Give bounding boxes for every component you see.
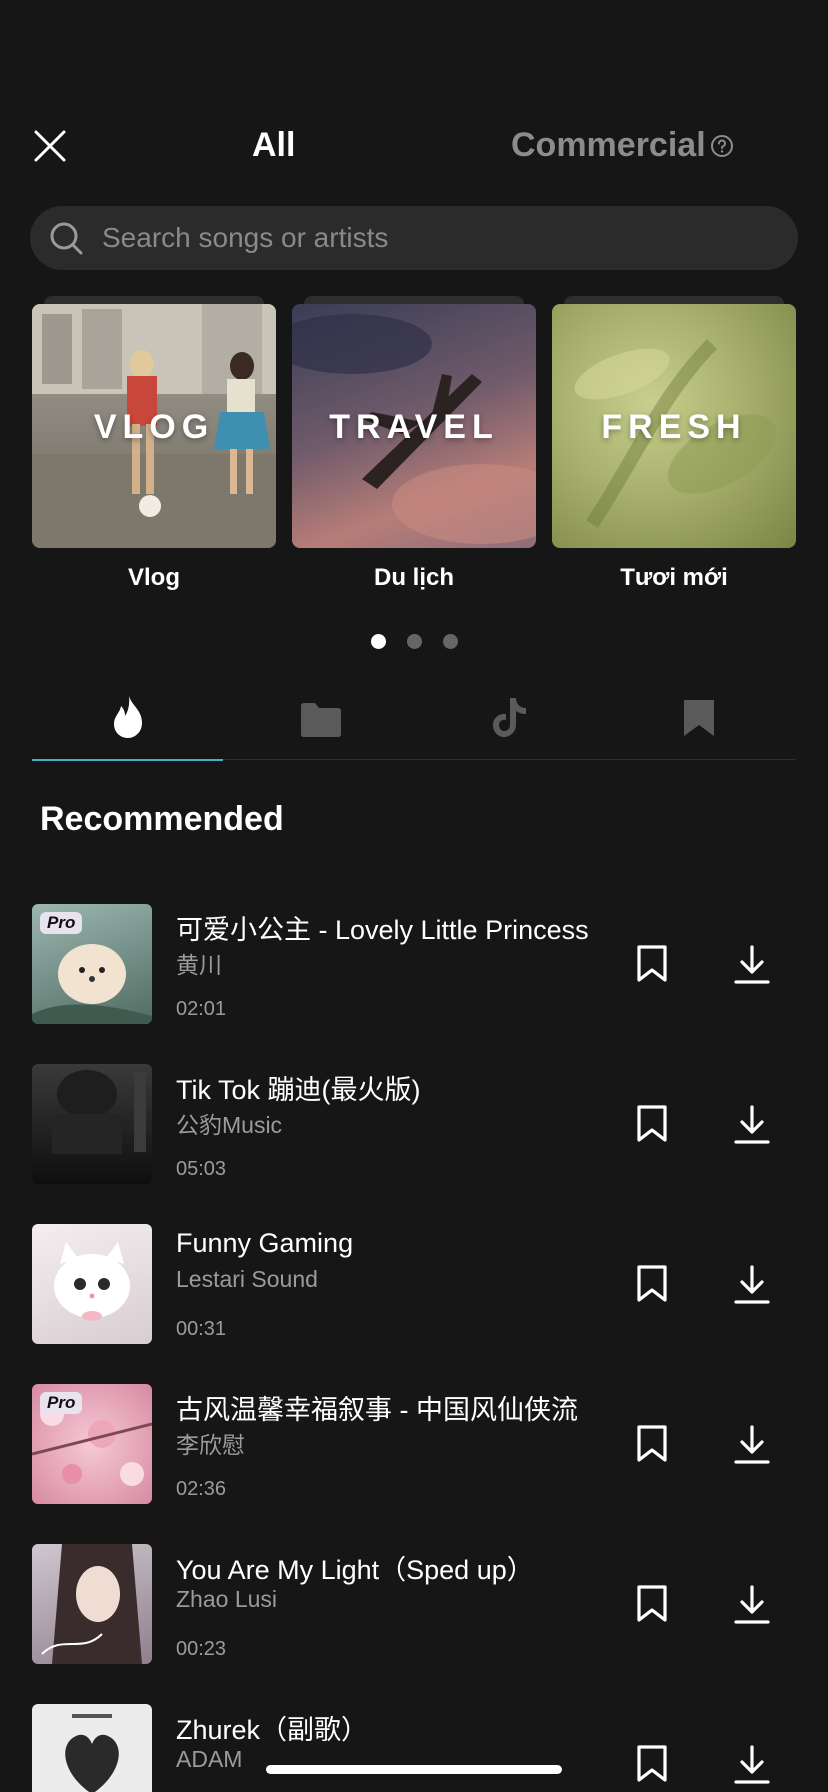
download-icon[interactable] — [733, 1424, 771, 1466]
song-thumbnail — [32, 1064, 152, 1184]
folder-icon — [301, 703, 341, 737]
search-icon — [48, 220, 84, 256]
song-artist: Zhao Lusi — [176, 1586, 278, 1612]
song-row[interactable]: Pro 可爱小公主 - Lovely Little Princess 黄川 02… — [0, 902, 828, 1024]
category-image: FRESH — [552, 304, 796, 548]
tab-commercial[interactable]: Commercial — [511, 126, 706, 165]
bookmark-icon[interactable] — [634, 1104, 670, 1144]
song-title: Tik Tok 蹦迪(最火版) — [176, 1075, 421, 1105]
category-overlay-text: VLOG — [93, 408, 215, 446]
song-title: 可爱小公主 - Lovely Little Princess — [176, 915, 589, 945]
bookmark-icon[interactable] — [634, 1424, 670, 1464]
song-duration: 05:03 — [176, 1158, 227, 1180]
tab-saved[interactable] — [605, 680, 796, 760]
category-overlay-text: TRAVEL — [329, 408, 499, 446]
song-title: Funny Gaming — [176, 1228, 354, 1258]
tab-all[interactable]: All — [252, 126, 295, 165]
song-row[interactable]: Zhurek（副歌） ADAM — [0, 1702, 828, 1792]
download-icon[interactable] — [733, 1264, 771, 1306]
home-indicator[interactable] — [266, 1765, 562, 1774]
song-title: Zhurek（副歌） — [176, 1715, 369, 1745]
music-tab-bar — [32, 680, 796, 761]
download-icon[interactable] — [733, 1744, 771, 1786]
song-thumbnail — [32, 1544, 152, 1664]
tiktok-icon — [493, 698, 526, 737]
song-duration: 00:31 — [176, 1318, 227, 1340]
song-duration: 02:36 — [176, 1478, 227, 1500]
download-icon[interactable] — [733, 944, 771, 986]
song-duration: 00:23 — [176, 1638, 227, 1660]
tab-tiktok[interactable] — [414, 680, 605, 760]
download-icon[interactable] — [733, 1104, 771, 1146]
song-artist: 公豹Music — [176, 1112, 283, 1138]
song-artist: 李欣慰 — [176, 1432, 245, 1458]
flame-icon — [114, 696, 142, 738]
section-title: Recommended — [40, 800, 284, 838]
category-label: Vlog — [128, 564, 180, 591]
song-title: 古风温馨幸福叙事 - 中国风仙侠流 — [176, 1395, 578, 1425]
category-carousel[interactable]: VLOG Vlog TRAVEL Du lịch FRESH Tươi mới — [0, 296, 828, 596]
song-row[interactable]: Pro 古风温馨幸福叙事 - 中国风仙侠流 李欣慰 02:36 — [0, 1382, 828, 1504]
song-row[interactable]: Tik Tok 蹦迪(最火版) 公豹Music 05:03 — [0, 1062, 828, 1184]
search-input[interactable]: Search songs or artists — [102, 222, 388, 254]
song-row[interactable]: You Are My Light（Sped up） Zhao Lusi 00:2… — [0, 1542, 828, 1664]
song-thumbnail — [32, 1704, 152, 1792]
song-artist: ADAM — [176, 1746, 243, 1772]
pager-dot-1[interactable] — [371, 634, 386, 649]
song-thumbnail: Pro — [32, 904, 152, 1024]
song-thumbnail — [32, 1224, 152, 1344]
download-icon[interactable] — [733, 1584, 771, 1626]
close-icon[interactable] — [32, 128, 68, 164]
category-label: Tươi mới — [620, 564, 728, 591]
bookmark-icon[interactable] — [634, 1744, 670, 1784]
bookmark-icon[interactable] — [634, 944, 670, 984]
pager-dots — [0, 634, 828, 650]
help-icon[interactable] — [710, 134, 734, 158]
pro-badge: Pro — [40, 1392, 83, 1414]
song-artist: 黄川 — [176, 952, 222, 978]
pager-dot-2[interactable] — [407, 634, 422, 649]
category-label: Du lịch — [373, 564, 454, 591]
pro-badge: Pro — [40, 912, 83, 934]
category-overlay-text: FRESH — [601, 408, 747, 446]
song-duration: 02:01 — [176, 998, 227, 1020]
category-image: VLOG — [32, 304, 276, 548]
category-image: TRAVEL — [292, 304, 536, 548]
bookmark-icon[interactable] — [634, 1584, 670, 1624]
song-thumbnail: Pro — [32, 1384, 152, 1504]
bookmark-icon — [684, 700, 714, 736]
tab-active-indicator — [32, 759, 223, 761]
song-artist: Lestari Sound — [176, 1266, 318, 1292]
pager-dot-3[interactable] — [443, 634, 458, 649]
bookmark-icon[interactable] — [634, 1264, 670, 1304]
song-row[interactable]: Funny Gaming Lestari Sound 00:31 — [0, 1222, 828, 1344]
tab-recommended[interactable] — [32, 680, 223, 761]
header: All Commercial — [0, 120, 828, 172]
tab-folder[interactable] — [223, 680, 414, 760]
song-title: You Are My Light（Sped up） — [176, 1555, 534, 1585]
search-bar[interactable]: Search songs or artists — [30, 206, 798, 270]
